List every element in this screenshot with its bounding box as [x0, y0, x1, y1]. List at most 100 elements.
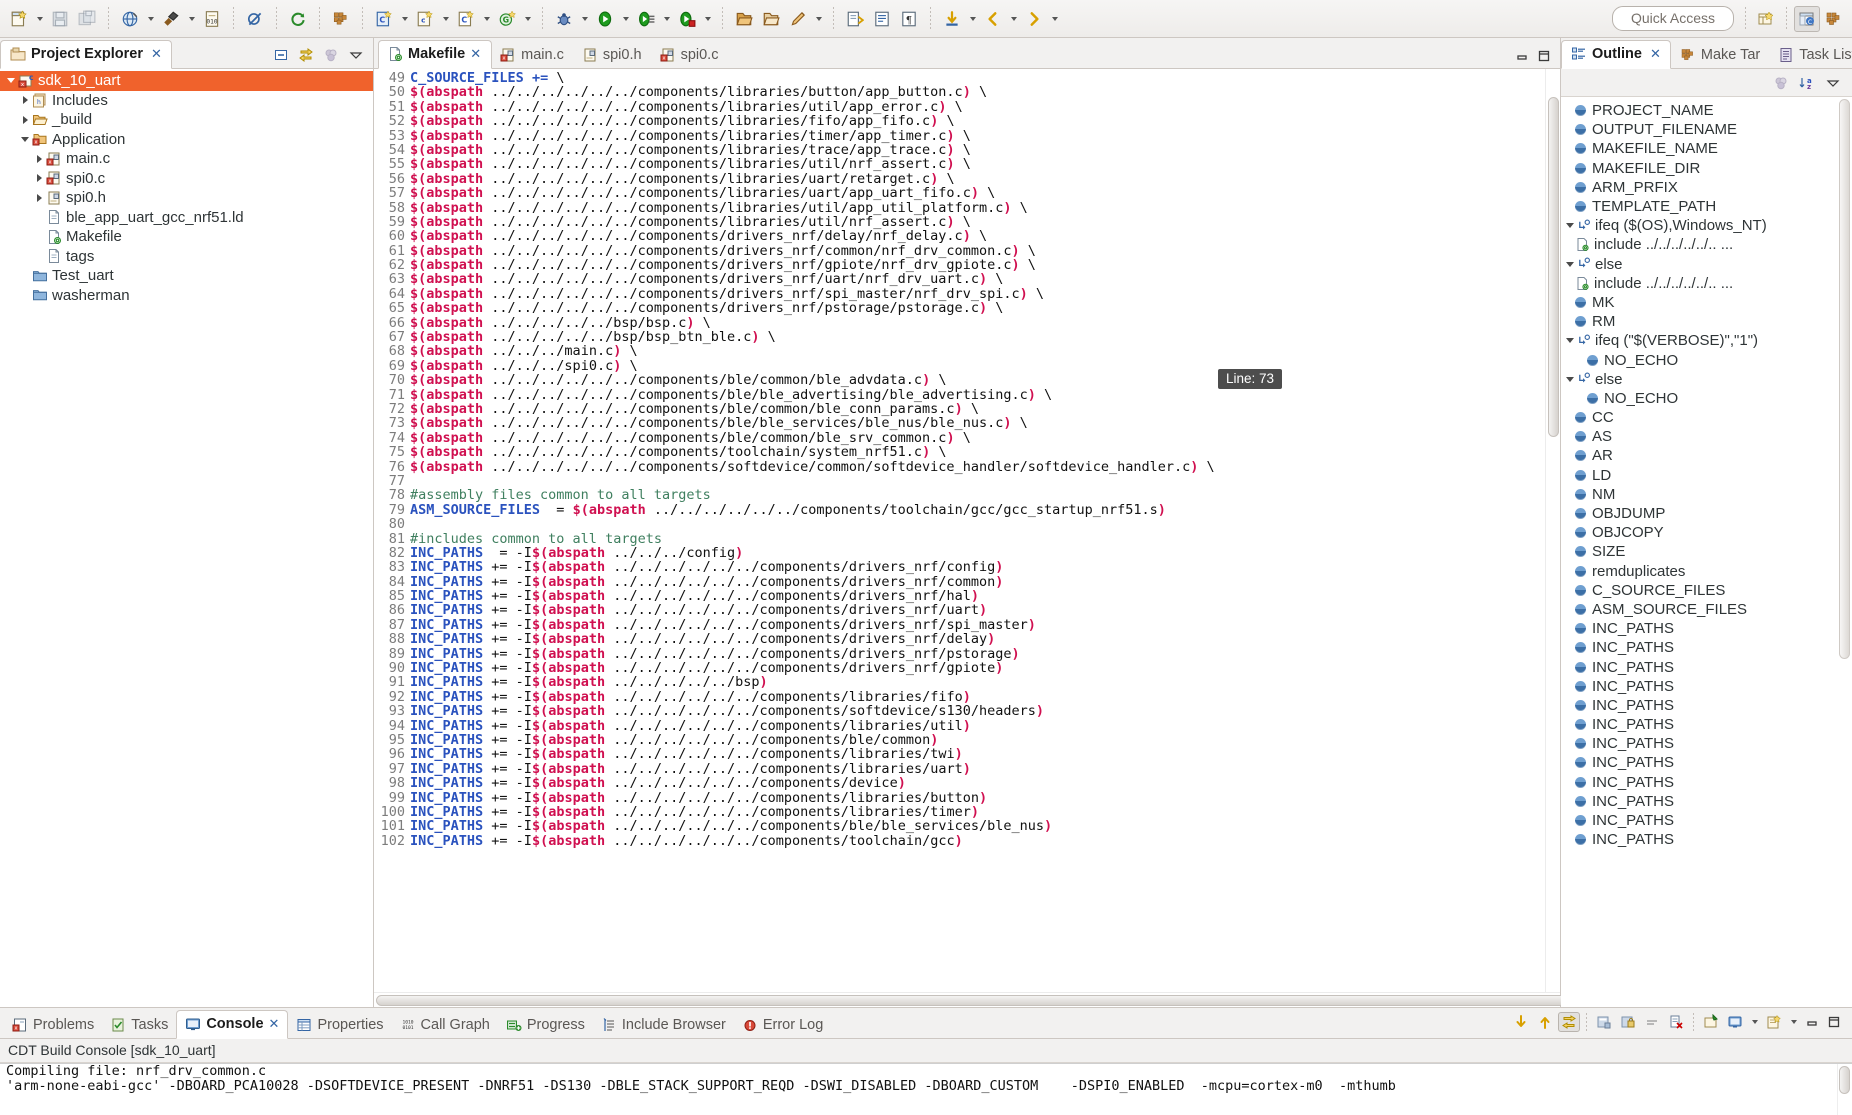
outline-item[interactable]: include ../../../../../.. ...: [1561, 274, 1852, 293]
tree-item-build[interactable]: _build: [0, 110, 373, 130]
outline-item[interactable]: INC_PATHS: [1561, 734, 1852, 753]
scroll-down-icon[interactable]: [1510, 1012, 1532, 1032]
editor-vertical-scrollbar[interactable]: [1545, 69, 1560, 992]
console-scrollbar[interactable]: [1837, 1064, 1852, 1115]
tree-item-sdk-10-uart[interactable]: x Csdk_10_uart: [0, 71, 373, 91]
editor-tab-spi0-h[interactable]: spi0.h: [574, 42, 652, 69]
debug-dropdown-icon[interactable]: [578, 6, 591, 32]
outline-item[interactable]: TEMPLATE_PATH: [1561, 197, 1852, 216]
binary-button[interactable]: 010: [199, 6, 225, 32]
outline-item[interactable]: ASM_SOURCE_FILES: [1561, 600, 1852, 619]
tab-include-browser[interactable]: Include Browser: [593, 1012, 734, 1039]
tab-error-log[interactable]: Error Log: [734, 1012, 831, 1039]
outline-item[interactable]: INC_PATHS: [1561, 773, 1852, 792]
clear-console-icon[interactable]: [1593, 1012, 1615, 1032]
display-console-icon[interactable]: [1724, 1012, 1746, 1032]
minimize-console-icon[interactable]: [1802, 1013, 1822, 1031]
editor-tab-spi0-c[interactable]: x spi0.c: [652, 42, 729, 69]
tab-project-explorer[interactable]: Project Explorer ✕: [0, 40, 172, 69]
display-console-dropdown-icon[interactable]: [1748, 1009, 1761, 1035]
refresh-button[interactable]: [285, 6, 311, 32]
tree-item-spi0-h[interactable]: spi0.h: [0, 188, 373, 208]
tree-item-ble-app-uart-gcc-nrf51-ld[interactable]: ble_app_uart_gcc_nrf51.ld: [0, 208, 373, 228]
open-element-button[interactable]: [758, 6, 784, 32]
chevron-right-icon[interactable]: [18, 113, 32, 127]
view-menu-icon[interactable]: [1822, 73, 1844, 93]
remove-all-icon[interactable]: [1665, 1012, 1687, 1032]
minimize-editor-icon[interactable]: [1512, 47, 1532, 65]
new-wizard-button[interactable]: [6, 6, 32, 32]
outline-item[interactable]: MAKEFILE_DIR: [1561, 159, 1852, 178]
editor-horizontal-scrollbar[interactable]: [374, 992, 1756, 1007]
outline-item[interactable]: AS: [1561, 427, 1852, 446]
outline-item[interactable]: INC_PATHS: [1561, 811, 1852, 830]
outline-item[interactable]: INC_PATHS: [1561, 792, 1852, 811]
outline-scroll-thumb[interactable]: [1839, 99, 1850, 659]
editor-vscroll-thumb[interactable]: [1548, 97, 1559, 437]
outline-item[interactable]: INC_PATHS: [1561, 657, 1852, 676]
lock-console-icon[interactable]: [1617, 1012, 1639, 1032]
maximize-console-icon[interactable]: [1824, 1013, 1844, 1031]
back-dropdown-icon[interactable]: [1007, 6, 1020, 32]
save-button[interactable]: [47, 6, 73, 32]
tree-item-spi0-c[interactable]: x spi0.c: [0, 169, 373, 189]
outline-item[interactable]: INC_PATHS: [1561, 715, 1852, 734]
close-icon[interactable]: ✕: [1650, 46, 1661, 62]
outline-item[interactable]: remduplicates: [1561, 562, 1852, 581]
tree-item-makefile[interactable]: Makefile: [0, 227, 373, 247]
scroll-lock-icon[interactable]: [1558, 1012, 1580, 1032]
next-annotation-button[interactable]: [842, 6, 868, 32]
profile-dropdown-icon[interactable]: [701, 6, 714, 32]
sort-az-icon[interactable]: az: [1796, 73, 1818, 93]
chevron-right-icon[interactable]: [18, 93, 32, 107]
outline-item[interactable]: INC_PATHS: [1561, 753, 1852, 772]
build-dropdown-icon[interactable]: [185, 6, 198, 32]
run-dropdown-icon[interactable]: [619, 6, 632, 32]
previous-edit-button[interactable]: [869, 6, 895, 32]
debug-button[interactable]: [551, 6, 577, 32]
tree-item-tags[interactable]: tags: [0, 247, 373, 267]
outline-item[interactable]: INC_PATHS: [1561, 619, 1852, 638]
new-wizard-dropdown-icon[interactable]: [33, 6, 46, 32]
outline-item[interactable]: else: [1561, 255, 1852, 274]
outline-item[interactable]: OUTPUT_FILENAME: [1561, 120, 1852, 139]
code-editor[interactable]: 49 C_SOURCE_FILES += \ 50 $(abspath ../../.…: [374, 69, 1560, 992]
console-output[interactable]: Compiling file: nrf_drv_common.c'arm-non…: [0, 1063, 1852, 1115]
open-console-dropdown-icon[interactable]: [1787, 1009, 1800, 1035]
outline-item[interactable]: NO_ECHO: [1561, 350, 1852, 369]
tab-outline[interactable]: Outline ✕: [1561, 40, 1671, 69]
outline-scrollbar[interactable]: [1838, 99, 1851, 1005]
new-c-project-dropdown-icon[interactable]: [398, 6, 411, 32]
maximize-editor-icon[interactable]: [1534, 47, 1554, 65]
download-button[interactable]: [939, 6, 965, 32]
outline-item[interactable]: C_SOURCE_FILES: [1561, 581, 1852, 600]
tab-task-list[interactable]: Task List: [1769, 42, 1852, 69]
toggle-breakpoint-button[interactable]: [242, 6, 268, 32]
chevron-right-icon[interactable]: [32, 152, 46, 166]
new-c-project-button[interactable]: C: [371, 6, 397, 32]
tree-item-application[interactable]: x Application: [0, 130, 373, 150]
run-external-tools-dropdown-icon[interactable]: [660, 6, 673, 32]
chevron-right-icon[interactable]: [32, 191, 46, 205]
project-tree[interactable]: x Csdk_10_uart h Includes _build x Application…: [0, 69, 373, 305]
tab-make-tar[interactable]: Make Tar: [1671, 42, 1769, 69]
focus-on-active-task-icon[interactable]: [320, 45, 342, 65]
outline-item[interactable]: INC_PATHS: [1561, 696, 1852, 715]
scroll-up-icon[interactable]: [1534, 1012, 1556, 1032]
new-gcc-dropdown-icon[interactable]: [521, 6, 534, 32]
outline-item[interactable]: NO_ECHO: [1561, 389, 1852, 408]
chevron-down-icon[interactable]: [4, 74, 18, 88]
collapse-all-icon[interactable]: [270, 45, 292, 65]
tree-item-washerman[interactable]: washerman: [0, 286, 373, 306]
tab-problems[interactable]: x Problems: [4, 1012, 102, 1039]
search-button[interactable]: [785, 6, 811, 32]
outline-tree[interactable]: PROJECT_NAME OUTPUT_FILENAME MAKEFILE_NAME…: [1561, 97, 1852, 849]
outline-item[interactable]: SIZE: [1561, 542, 1852, 561]
make-perspective-icon[interactable]: [1820, 6, 1846, 32]
pin-console-icon[interactable]: [1700, 1012, 1722, 1032]
tree-item-main-c[interactable]: x main.c: [0, 149, 373, 169]
close-icon[interactable]: ✕: [269, 1016, 280, 1032]
code-text-area[interactable]: 49 C_SOURCE_FILES += \ 50 $(abspath ../../.…: [374, 69, 1545, 992]
open-type-button[interactable]: [731, 6, 757, 32]
tab-properties[interactable]: Properties: [288, 1012, 391, 1039]
